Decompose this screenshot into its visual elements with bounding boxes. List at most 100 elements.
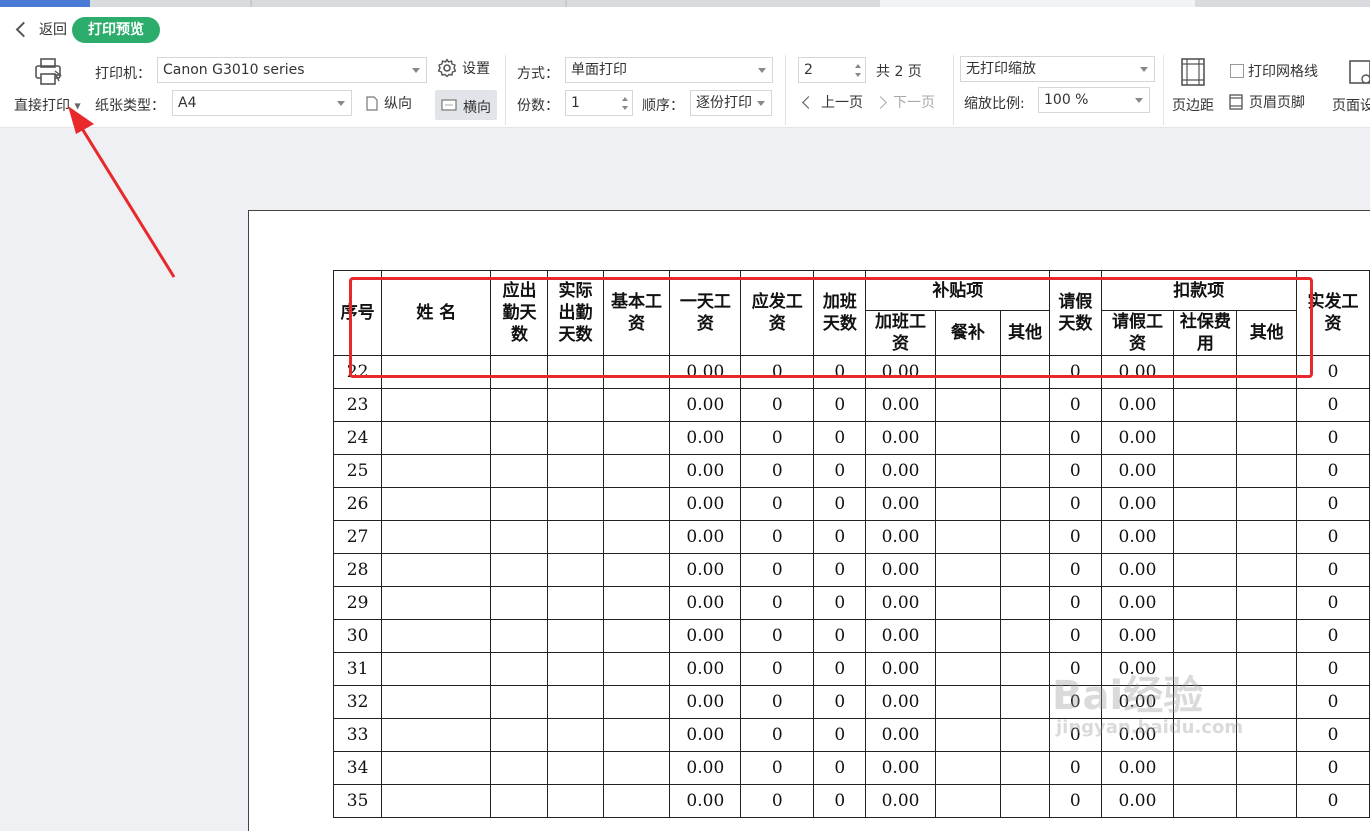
decrement-icon[interactable] <box>855 73 861 77</box>
cell-empty <box>547 784 604 818</box>
print-gridlines-toggle[interactable]: 打印网格线 <box>1230 61 1318 81</box>
cell-empty <box>1236 487 1298 521</box>
cell-gross: 0 <box>740 718 815 752</box>
cell-leavepay: 0.00 <box>1100 586 1175 620</box>
cell-daily: 0.00 <box>669 388 742 422</box>
cell-leavepay: 0.00 <box>1100 487 1175 521</box>
back-button[interactable]: 返回 <box>14 19 67 39</box>
cell-empty <box>547 718 604 752</box>
page-setup-icon[interactable] <box>1348 59 1370 91</box>
cell-empty <box>1173 619 1238 653</box>
divider <box>785 55 786 125</box>
cell-daily: 0.00 <box>669 685 742 719</box>
cell-empty <box>1236 751 1298 785</box>
page-setup-button[interactable]: 页面设 <box>1332 95 1370 115</box>
tab-divider <box>565 0 567 7</box>
cell-ot: 0 <box>813 520 867 554</box>
cell-net: 0 <box>1296 685 1370 719</box>
copies-stepper[interactable]: 1 <box>565 90 633 116</box>
mode-select[interactable]: 单面打印 <box>565 57 773 83</box>
divider <box>1163 55 1164 125</box>
cell-ot: 0 <box>813 586 867 620</box>
cell-net: 0 <box>1296 586 1370 620</box>
cell-empty <box>381 421 492 455</box>
cell-leavepay: 0.00 <box>1100 454 1175 488</box>
window-tab[interactable] <box>880 0 1195 7</box>
order-select[interactable]: 逐份打印 <box>690 90 772 116</box>
cell-leavepay: 0.00 <box>1100 751 1175 785</box>
margins-icon[interactable] <box>1180 57 1206 91</box>
cell-empty <box>547 553 604 587</box>
copies-label: 份数： <box>517 98 559 114</box>
cell-empty <box>934 619 1002 653</box>
cell-empty <box>602 487 671 521</box>
cell-otpay: 0.00 <box>865 454 936 488</box>
printer-icon[interactable] <box>33 57 65 91</box>
cell-empty <box>934 718 1002 752</box>
cell-seq: 32 <box>332 685 383 719</box>
gridlines-checkbox[interactable] <box>1230 64 1244 78</box>
cell-seq: 33 <box>332 718 383 752</box>
cell-empty <box>1236 784 1298 818</box>
cell-empty <box>490 388 549 422</box>
page-number-value: 2 <box>804 62 813 78</box>
cell-empty <box>602 685 671 719</box>
cell-empty <box>381 652 492 686</box>
table-row: 30 0.00 0 0 0.00 0 0.00 0 <box>332 619 1370 653</box>
cell-ot: 0 <box>813 454 867 488</box>
settings-button[interactable]: 设置 <box>437 58 490 78</box>
cell-empty <box>490 652 549 686</box>
cell-empty <box>1000 586 1051 620</box>
chevron-down-icon <box>1140 67 1148 72</box>
tab-divider <box>250 0 252 7</box>
margins-button[interactable]: 页边距 <box>1172 95 1214 115</box>
cell-gross: 0 <box>740 553 815 587</box>
cell-empty <box>602 388 671 422</box>
cell-otpay: 0.00 <box>865 751 936 785</box>
table-row: 28 0.00 0 0 0.00 0 0.00 0 <box>332 553 1370 587</box>
chevron-down-icon <box>757 101 765 106</box>
printer-select[interactable]: Canon G3010 series <box>157 57 427 83</box>
decrement-icon[interactable] <box>622 106 628 110</box>
cell-otpay: 0.00 <box>865 487 936 521</box>
header-footer-button[interactable]: 页眉页脚 <box>1229 92 1305 112</box>
window-tab-strip <box>0 0 1370 7</box>
cell-net: 0 <box>1296 784 1370 818</box>
cell-gross: 0 <box>740 421 815 455</box>
cell-leavepay: 0.00 <box>1100 619 1175 653</box>
cell-ot: 0 <box>813 718 867 752</box>
chevron-down-icon <box>1135 98 1143 103</box>
cell-empty <box>934 685 1002 719</box>
cell-leave: 0 <box>1049 784 1102 818</box>
paper-type-select[interactable]: A4 <box>172 90 352 116</box>
active-tab-indicator <box>0 0 90 7</box>
cell-otpay: 0.00 <box>865 520 936 554</box>
cell-net: 0 <box>1296 751 1370 785</box>
cell-otpay: 0.00 <box>865 784 936 818</box>
landscape-button[interactable]: 横向 <box>435 90 497 120</box>
cell-leave: 0 <box>1049 520 1102 554</box>
cell-gross: 0 <box>740 619 815 653</box>
chevron-down-icon <box>412 68 420 73</box>
portrait-page-icon <box>366 95 378 111</box>
cell-empty <box>1236 553 1298 587</box>
increment-icon[interactable] <box>855 64 861 68</box>
watermark-brand: Bai经验 <box>1052 673 1204 719</box>
scale-mode-select[interactable]: 无打印缩放 <box>960 56 1155 82</box>
cell-empty <box>934 454 1002 488</box>
cell-daily: 0.00 <box>669 454 742 488</box>
header-footer-label: 页眉页脚 <box>1249 95 1305 111</box>
next-page-button[interactable]: 下一页 <box>874 92 935 112</box>
scale-ratio-select[interactable]: 100 % <box>1038 87 1150 113</box>
cell-empty <box>490 421 549 455</box>
page-number-stepper[interactable]: 2 <box>798 57 866 83</box>
cell-seq: 26 <box>332 487 383 521</box>
printer-label: 打印机： <box>95 66 151 82</box>
prev-page-button[interactable]: 上一页 <box>800 92 863 112</box>
cell-net: 0 <box>1296 421 1370 455</box>
portrait-button[interactable]: 纵向 <box>366 93 412 113</box>
increment-icon[interactable] <box>622 97 628 101</box>
cell-empty <box>602 553 671 587</box>
landscape-label: 横向 <box>463 100 491 116</box>
cell-daily: 0.00 <box>669 487 742 521</box>
